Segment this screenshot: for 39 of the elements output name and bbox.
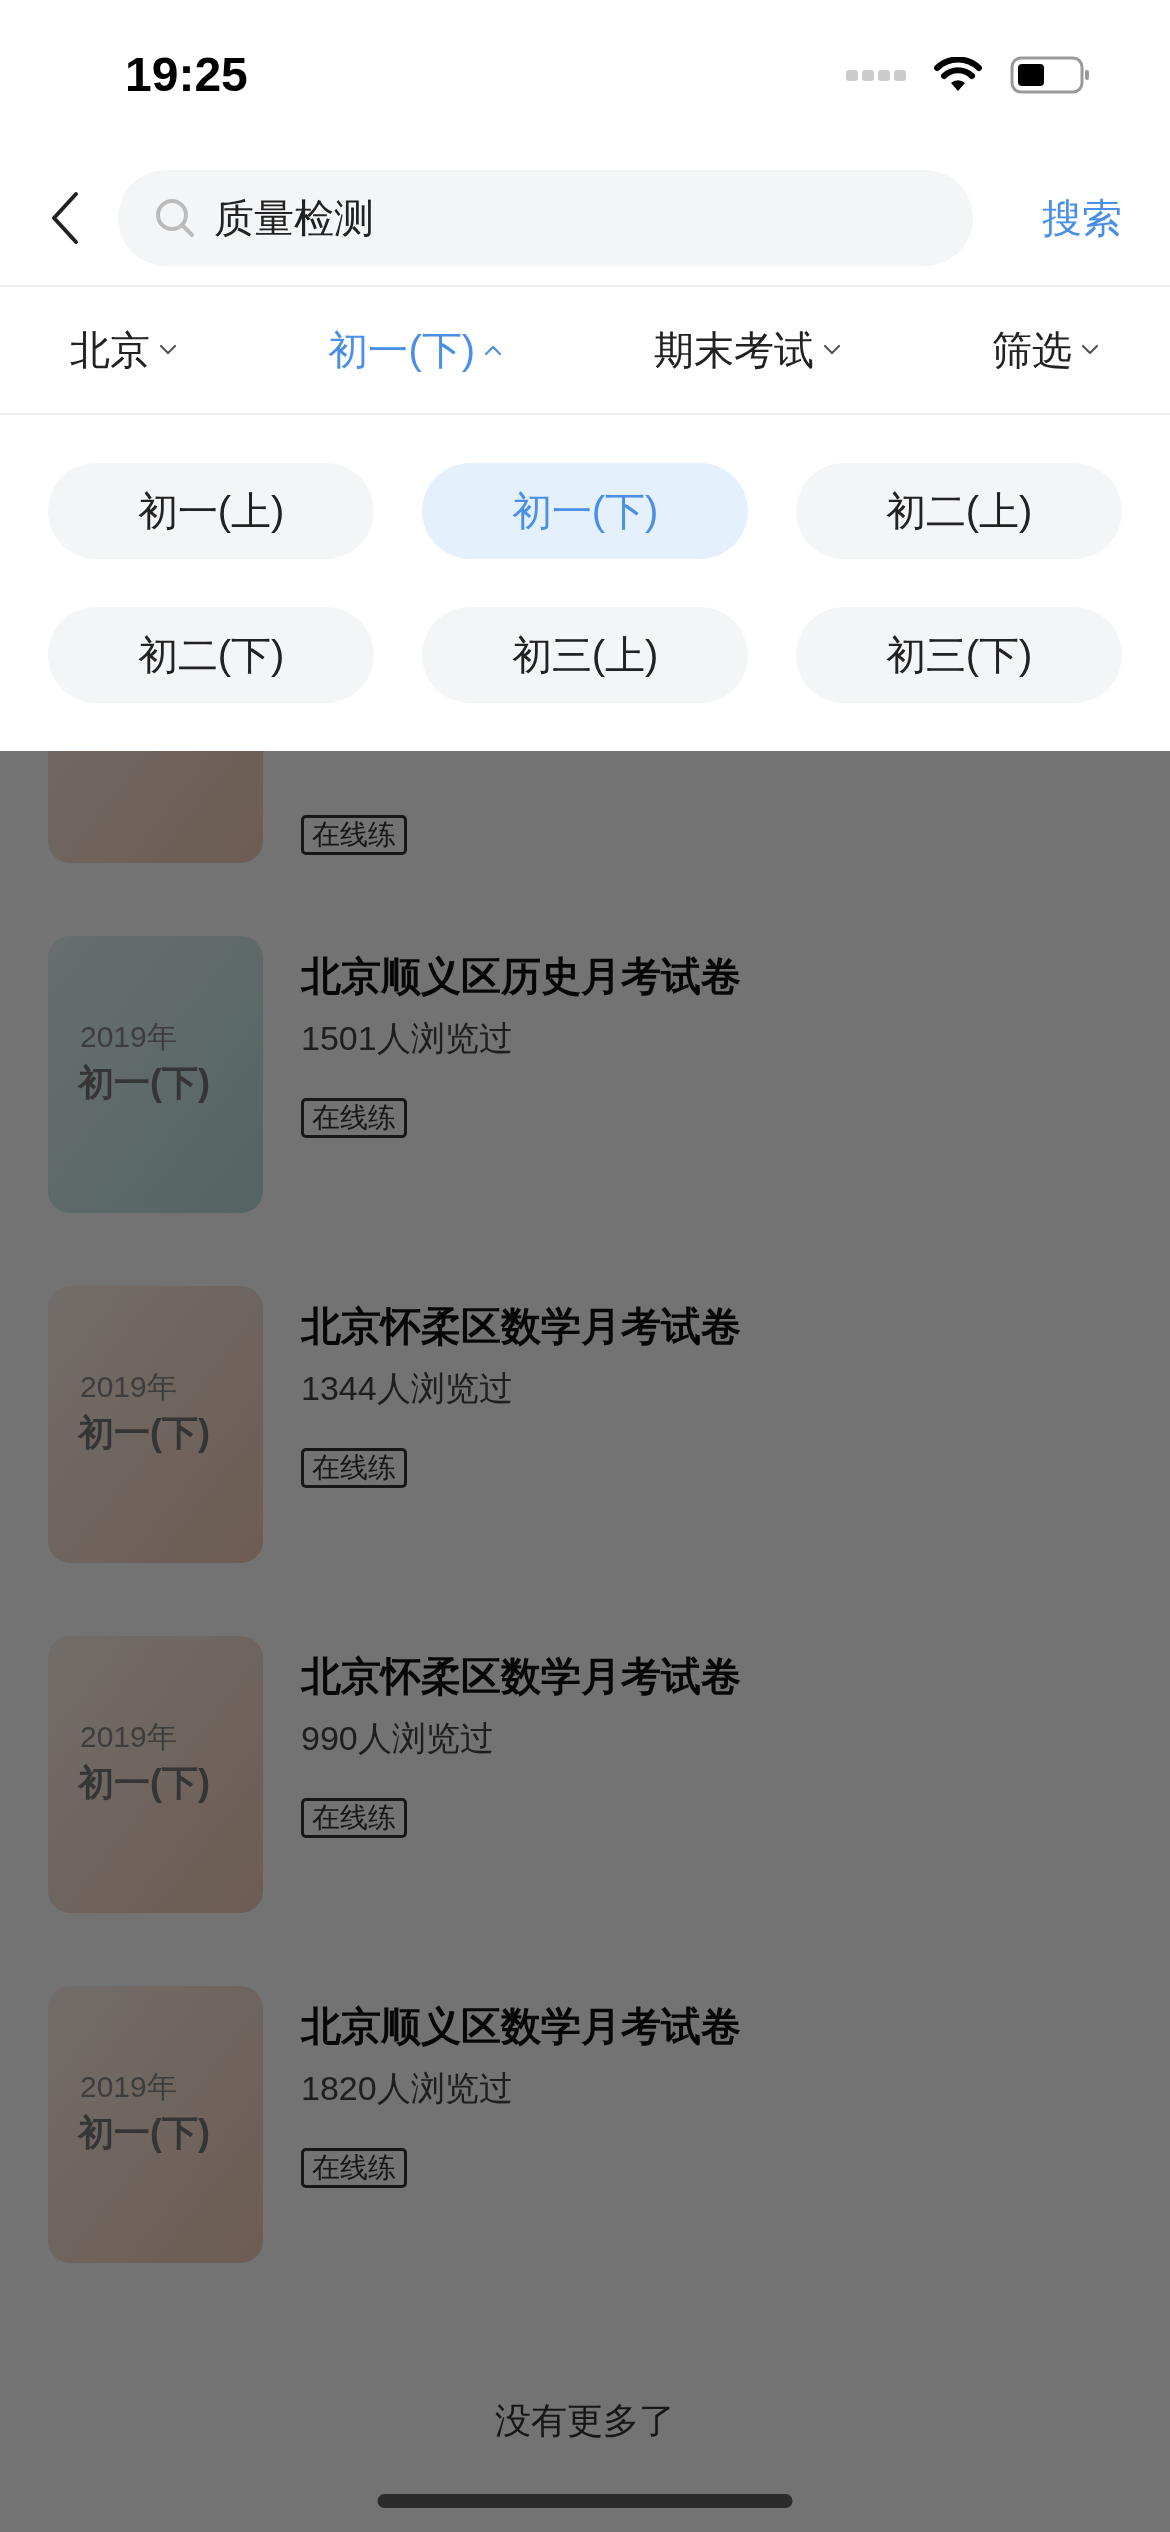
- search-icon: [154, 196, 196, 239]
- grade-option[interactable]: 初一(下): [422, 463, 748, 559]
- paper-title[interactable]: 北京怀柔区数学月考试卷: [301, 1650, 741, 1702]
- chevron-down-icon: [821, 344, 842, 356]
- practice-tag: 在线练: [301, 2148, 407, 2188]
- view-count: 1501人浏览过: [301, 1018, 514, 1059]
- filter-tab[interactable]: 北京: [70, 320, 178, 380]
- paper-title[interactable]: 北京怀柔区数学月考试卷: [301, 1300, 741, 1352]
- filter-tab[interactable]: 初一(下): [328, 320, 504, 380]
- search-value: 质量检测: [214, 194, 374, 242]
- view-count: 1344人浏览过: [301, 1368, 514, 1409]
- status-time: 19:25: [125, 47, 248, 103]
- view-count: 990人浏览过: [301, 1718, 495, 1759]
- view-count: 1820人浏览过: [301, 2068, 514, 2109]
- practice-tag: 在线练: [301, 1448, 407, 1488]
- grade-option[interactable]: 初三(下): [796, 607, 1122, 703]
- practice-tag: 在线练: [301, 1098, 407, 1138]
- cover-grade: 初一(下): [78, 2111, 210, 2155]
- chevron-up-icon: [483, 344, 504, 356]
- paper-title[interactable]: 北京顺义区历史月考试卷: [301, 950, 741, 1002]
- practice-tag: 在线练: [301, 815, 407, 855]
- battery-icon: [1010, 56, 1090, 94]
- search-field[interactable]: 质量检测: [118, 169, 973, 266]
- chevron-down-icon: [1080, 344, 1100, 356]
- filter-tab[interactable]: 筛选: [992, 320, 1100, 380]
- paper-title[interactable]: 北京顺义区数学月考试卷: [301, 2000, 741, 2052]
- cover-grade: 初一(下): [78, 1411, 210, 1455]
- filter-tab[interactable]: 期末考试: [653, 320, 842, 380]
- wifi-icon: [934, 57, 982, 93]
- grade-option[interactable]: 初二(下): [48, 607, 374, 703]
- end-of-list-text: 没有更多了: [495, 2399, 675, 2443]
- chevron-down-icon: [158, 344, 178, 356]
- grade-option[interactable]: 初二(上): [796, 463, 1122, 559]
- practice-tag: 在线练: [301, 1798, 407, 1838]
- cover-grade: 初一(下): [78, 1761, 210, 1805]
- search-button[interactable]: 搜索: [1042, 187, 1122, 248]
- signal-icon: [846, 68, 906, 82]
- grade-option[interactable]: 初三(上): [422, 607, 748, 703]
- grade-option[interactable]: 初一(上): [48, 463, 374, 559]
